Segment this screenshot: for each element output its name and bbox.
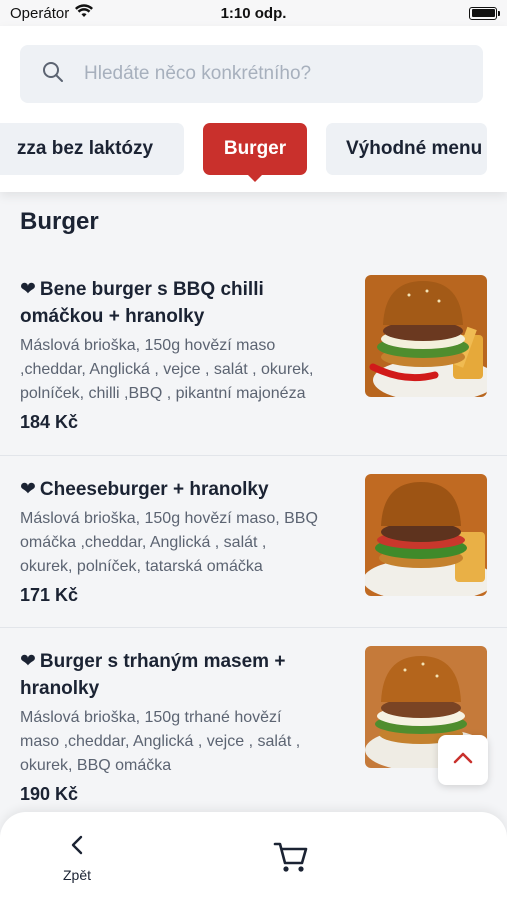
status-left: Operátor (10, 4, 94, 22)
chevron-left-icon (70, 834, 84, 861)
burger-photo (365, 275, 487, 397)
search-icon (42, 61, 64, 88)
category-chip-label: Výhodné menu (346, 138, 483, 159)
menu-item-text: ❤ Cheeseburger + hranolky Máslová brioška… (20, 476, 355, 606)
menu-item[interactable]: ❤ Burger s trhaným masem + hranolky Máslo… (0, 628, 507, 818)
category-chip-value-menu[interactable]: Výhodné menu (326, 123, 487, 175)
search-bar[interactable] (20, 45, 483, 103)
cart-button[interactable] (272, 838, 310, 876)
category-chip-label: Burger (223, 138, 287, 159)
bottom-bar: Zpět (0, 812, 507, 900)
burger-photo (365, 474, 487, 596)
header-card: zza bez laktózy Burger Výhodné menu (0, 26, 507, 192)
menu-item-description: Máslová brioška, 150g hovězí maso, BBQ o… (20, 510, 318, 575)
menu-item[interactable]: ❤ Bene burger s BBQ chilli omáčkou + hran… (0, 258, 507, 456)
carrier-label: Operátor (10, 4, 70, 22)
heart-icon[interactable]: ❤ (20, 276, 36, 303)
menu-item-text: ❤ Burger s trhaným masem + hranolky Máslo… (20, 648, 355, 805)
menu-item[interactable]: ❤ Cheeseburger + hranolky Máslová brioška… (0, 456, 507, 628)
menu-item-name: ❤ Bene burger s BBQ chilli omáčkou + hran… (20, 276, 355, 330)
heart-icon[interactable]: ❤ (20, 476, 36, 503)
menu-item-description: Máslová brioška, 150g trhané hovězí maso… (20, 709, 301, 774)
menu-item-text: ❤ Bene burger s BBQ chilli omáčkou + hran… (20, 276, 355, 433)
scroll-to-top-button[interactable] (438, 735, 488, 785)
menu-item-description: Máslová brioška, 150g hovězí maso ,chedd… (20, 337, 314, 402)
back-label: Zpět (62, 867, 91, 883)
wifi-icon (75, 4, 94, 22)
menu-item-name: ❤ Cheeseburger + hranolky (20, 476, 355, 503)
battery-icon (469, 6, 500, 20)
cart-icon (272, 842, 310, 880)
section-title: Burger (20, 208, 99, 235)
category-chip-burger[interactable]: Burger (203, 123, 307, 182)
status-bar: Operátor 1:10 odp. (0, 0, 507, 26)
menu-item-price: 190 Kč (20, 784, 79, 804)
category-chip-label: zza bez laktózy (16, 138, 154, 159)
menu-item-name: ❤ Burger s trhaným masem + hranolky (20, 648, 355, 702)
search-input[interactable] (84, 63, 444, 85)
back-button[interactable]: Zpět (52, 834, 102, 884)
category-chips: zza bez laktózy Burger Výhodné menu (0, 123, 507, 183)
category-chip-lactose-free[interactable]: zza bez laktózy (0, 123, 184, 175)
menu-item-price: 184 Kč (20, 412, 79, 432)
menu-item-price: 171 Kč (20, 585, 79, 605)
chevron-up-icon (453, 751, 473, 769)
heart-icon[interactable]: ❤ (20, 648, 36, 675)
